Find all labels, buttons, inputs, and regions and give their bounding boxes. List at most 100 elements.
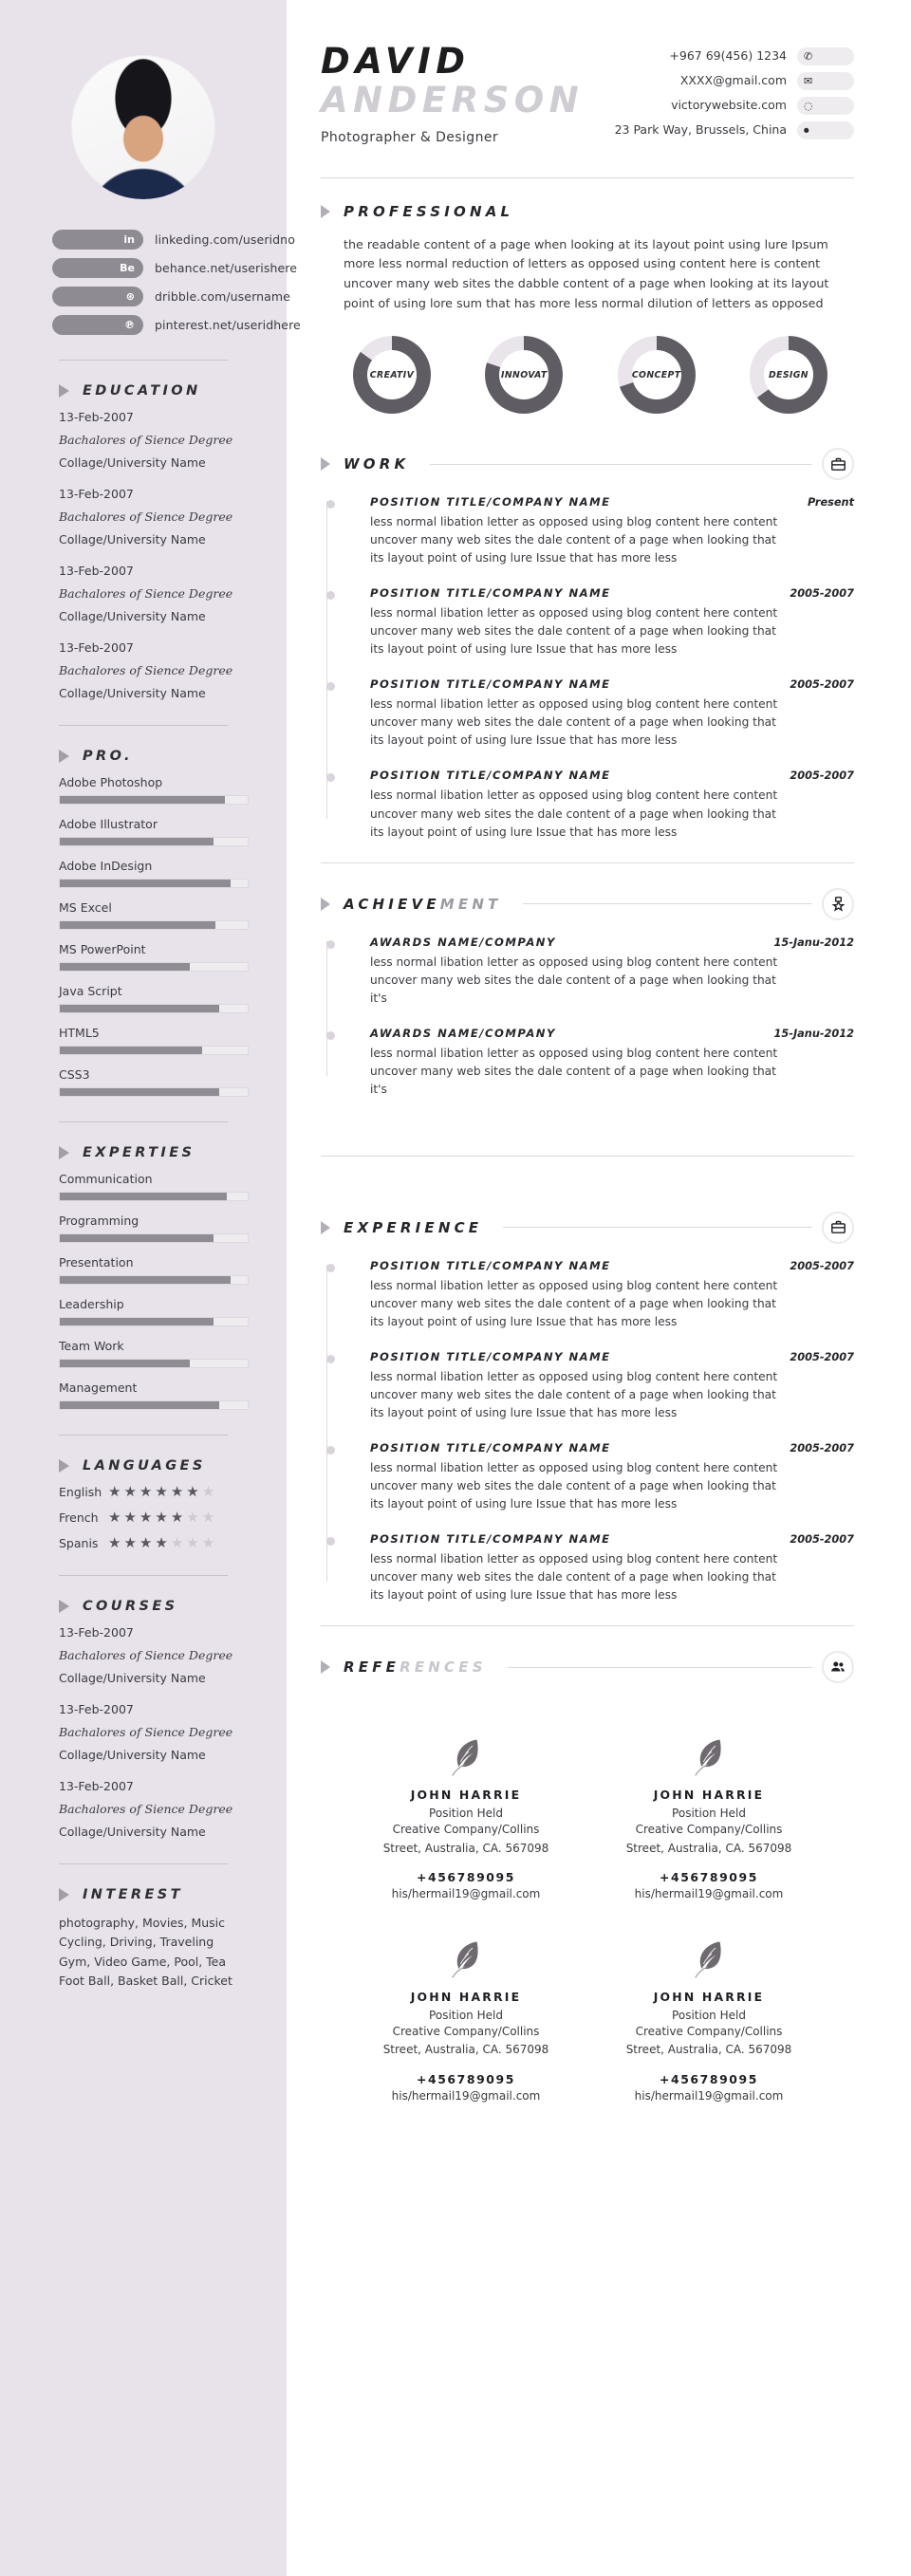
skill-label: Leadership <box>59 1297 124 1311</box>
entry-date: 13-Feb-2007 <box>59 1625 134 1640</box>
skill-label: Adobe InDesign <box>59 859 153 873</box>
timeline-entry: POSITION TITLE/COMPANY NAME 2005-2007 less… <box>326 1349 854 1422</box>
section-work-header: WORK <box>321 448 854 481</box>
social-link-0[interactable]: in linkeding.com/useridno <box>0 230 295 250</box>
timeline-entry-head: AWARDS NAME/COMPANY 15-Janu-2012 <box>370 936 854 949</box>
star-icon: ★ <box>155 1509 168 1526</box>
star-icon: ★ <box>155 1534 168 1551</box>
timeline-entry-head: POSITION TITLE/COMPANY NAME 2005-2007 <box>370 1441 854 1455</box>
sidebar-section-courses-header: COURSES <box>0 1576 287 1625</box>
skill-progress-bar <box>59 1317 249 1326</box>
location-pin-icon: ⏺ <box>797 121 854 139</box>
entry-degree: Bachalores of Sience Degree <box>59 433 233 447</box>
entry-degree: Bachalores of Sience Degree <box>59 1725 233 1739</box>
social-link-3[interactable]: ℗ pinterest.net/useridhere <box>0 315 301 335</box>
skill-progress-bar <box>59 920 249 930</box>
social-link-2[interactable]: ⊛ dribble.com/username <box>0 287 290 306</box>
donut-label: DESIGN <box>768 369 809 380</box>
star-icon: ★ <box>170 1509 184 1526</box>
entry-description: less normal libation letter as opposed u… <box>370 1552 778 1603</box>
reference-phone: +456789095 <box>417 2071 515 2086</box>
medal-icon <box>822 887 854 920</box>
section-title-experience: EXPERIENCE <box>344 1218 483 1236</box>
entry-description: less normal libation letter as opposed u… <box>370 954 778 1005</box>
entry-school: Collage/University Name <box>59 1748 206 1762</box>
contact-text: 23 Park Way, Brussels, China <box>614 122 787 137</box>
briefcase-icon <box>822 1211 854 1244</box>
pinterest-icon-glyph: ℗ <box>124 319 135 331</box>
skill-label: Adobe Photoshop <box>59 775 163 789</box>
section-rule <box>430 463 812 465</box>
entry-description: less normal libation letter as opposed u… <box>370 1278 778 1328</box>
entry-date: 13-Feb-2007 <box>59 1779 134 1793</box>
entry-school: Collage/University Name <box>59 1825 206 1839</box>
star-icon: ★ <box>201 1509 215 1526</box>
skill-item: CSS3 <box>59 1067 249 1097</box>
skill-item: Team Work <box>59 1339 249 1368</box>
entry-title: POSITION TITLE/COMPANY NAME <box>370 769 611 783</box>
behance-icon: Be <box>52 258 143 278</box>
skill-progress-bar <box>59 1046 249 1055</box>
entry-description: less normal libation letter as opposed u… <box>370 515 778 565</box>
globe-icon-glyph: ◌ <box>804 100 813 112</box>
entry-description: less normal libation letter as opposed u… <box>370 1460 778 1510</box>
entry-description: less normal libation letter as opposed u… <box>370 1369 778 1419</box>
envelope-icon: ✉ <box>797 72 854 90</box>
language-label: English <box>59 1485 102 1499</box>
work-timeline: POSITION TITLE/COMPANY NAME Present less n… <box>321 495 854 841</box>
star-icon: ★ <box>139 1509 153 1526</box>
entry-description: less normal libation letter as opposed u… <box>370 697 778 748</box>
sidebar-section-interest-header: INTEREST <box>0 1864 287 1914</box>
work-divider <box>321 862 854 863</box>
skill-item: Programming <box>59 1214 249 1243</box>
list-item: 13-Feb-2007 Bachalores of Sience Degree Co… <box>59 1625 249 1685</box>
profile-photo-wrap <box>0 0 287 224</box>
star-rating: ★ ★ ★ ★ ★ ★ ★ <box>108 1536 214 1550</box>
entry-school: Collage/University Name <box>59 1671 206 1685</box>
feather-quill-icon <box>602 1731 816 1784</box>
skill-item: Communication <box>59 1172 249 1201</box>
behance-icon-glyph: Be <box>120 262 135 274</box>
language-label: French <box>59 1510 99 1525</box>
social-link-url: linkeding.com/useridno <box>155 232 295 247</box>
skill-label: Programming <box>59 1214 139 1228</box>
skill-label: MS Excel <box>59 900 112 915</box>
language-label: Spanis <box>59 1536 99 1550</box>
star-icon: ★ <box>123 1483 137 1500</box>
timeline-entry: POSITION TITLE/COMPANY NAME 2005-2007 less… <box>326 677 854 750</box>
skill-item: Adobe Illustrator <box>59 817 249 846</box>
sidebar: in linkeding.com/useridno Be behance.net/us… <box>0 0 301 2576</box>
section-rule <box>503 1227 812 1229</box>
entry-date: 13-Feb-2007 <box>59 564 134 578</box>
timeline-dot <box>326 939 335 949</box>
job-title: Photographer & Designer <box>321 129 499 145</box>
language-row: English ★ ★ ★ ★ ★ ★ ★ <box>59 1483 258 1500</box>
reference-phone: +456789095 <box>660 2071 758 2086</box>
entry-date: 2005-2007 <box>790 1441 854 1455</box>
entry-degree: Bachalores of Sience Degree <box>59 1802 233 1816</box>
timeline-entry: POSITION TITLE/COMPANY NAME 2005-2007 less… <box>326 1441 854 1513</box>
entry-degree: Bachalores of Sience Degree <box>59 586 233 601</box>
linkedin-icon-glyph: in <box>123 233 135 246</box>
reference-name: JOHN HARRIE <box>410 1788 522 1803</box>
social-link-1[interactable]: Be behance.net/userishere <box>0 258 297 278</box>
triangle-right-icon <box>321 204 330 218</box>
skill-item: MS Excel <box>59 900 249 930</box>
skill-item: Management <box>59 1381 249 1410</box>
experties-skills-list: Communication Programming Presentation Lead… <box>0 1172 287 1410</box>
star-icon: ★ <box>201 1483 215 1500</box>
list-item: 13-Feb-2007 Bachalores of Sience Degree Co… <box>59 1779 249 1839</box>
reference-email: his/hermail19@gmail.com <box>634 2088 784 2103</box>
reference-card: JOHN HARRIE Position Held Creative Company… <box>359 1731 573 1900</box>
social-link-url: dribble.com/username <box>155 289 290 304</box>
entry-date: 15-Janu-2012 <box>773 1027 854 1040</box>
star-icon: ★ <box>139 1534 153 1551</box>
entry-date: Present <box>808 496 854 510</box>
entry-title: POSITION TITLE/COMPANY NAME <box>370 1440 611 1455</box>
entry-date: 2005-2007 <box>790 1533 854 1547</box>
reference-card: JOHN HARRIE Position Held Creative Company… <box>359 1933 573 2103</box>
contact-row: victorywebsite.com ◌ <box>592 97 854 115</box>
section-title-pro: PRO. <box>83 749 133 764</box>
star-icon: ★ <box>170 1483 184 1500</box>
entry-title: POSITION TITLE/COMPANY NAME <box>370 1349 611 1363</box>
